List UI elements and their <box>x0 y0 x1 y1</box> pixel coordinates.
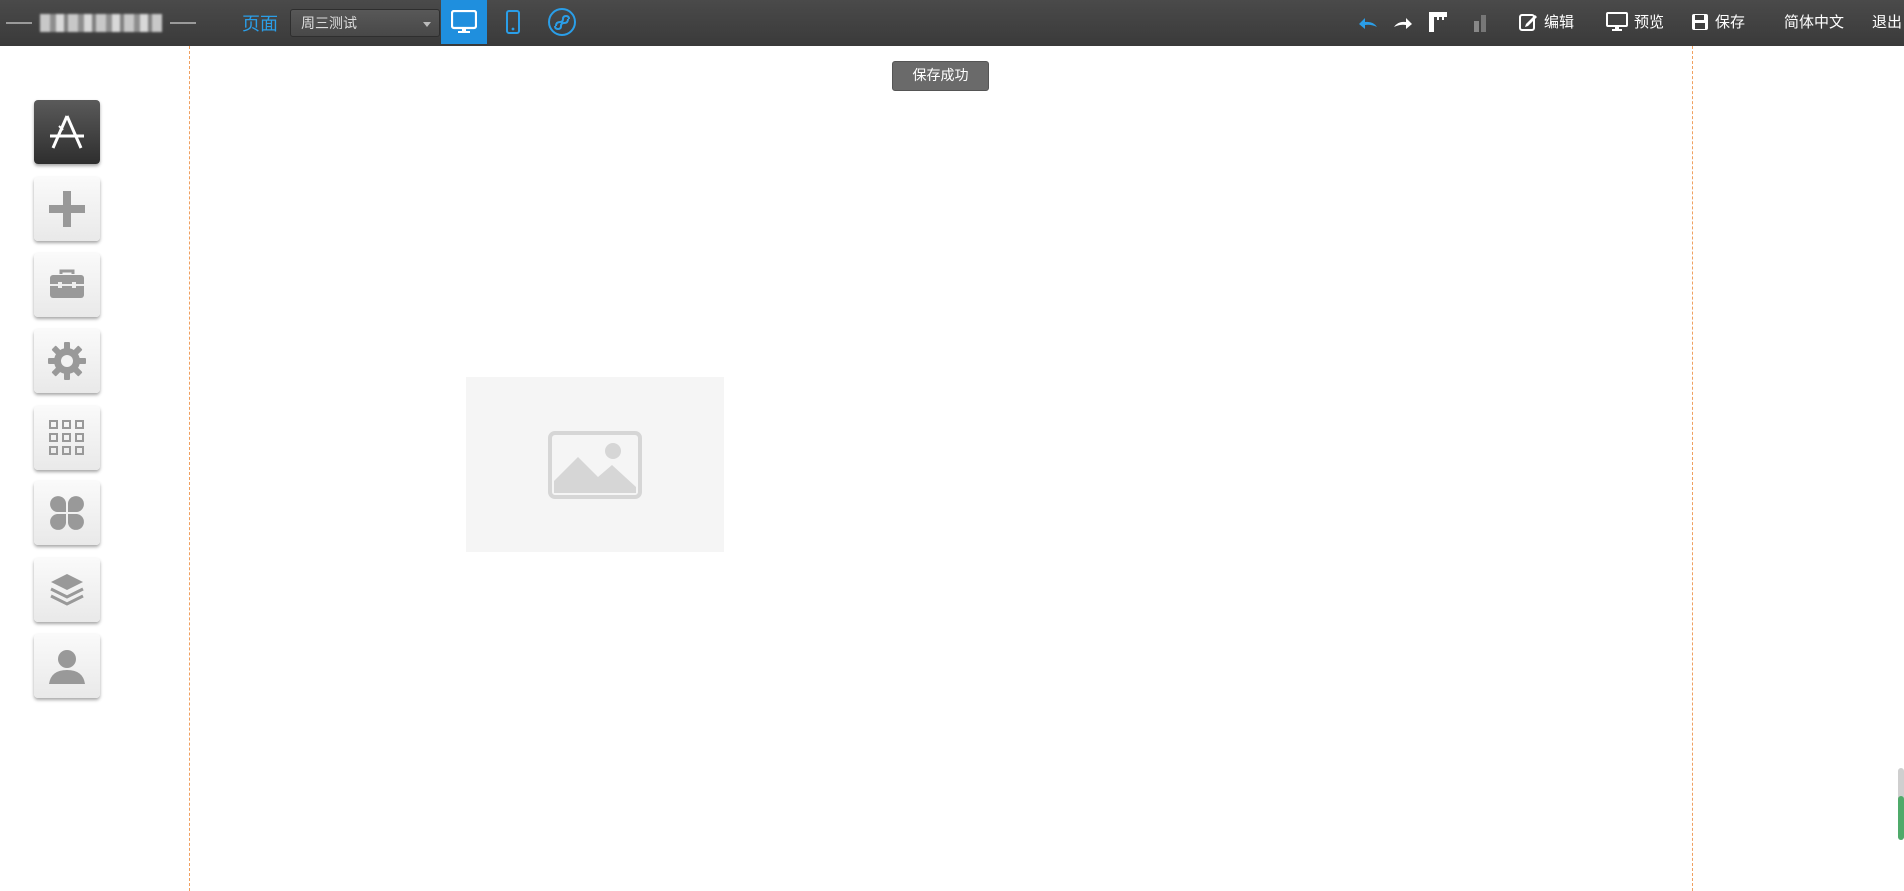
save-icon <box>1692 13 1708 30</box>
chart-button[interactable] <box>1467 9 1495 35</box>
settings-button[interactable] <box>34 329 100 393</box>
member-button[interactable] <box>34 634 100 698</box>
plus-icon <box>49 191 85 227</box>
design-button[interactable] <box>34 100 100 164</box>
clover-icon <box>50 496 84 530</box>
toolbox-button[interactable] <box>34 253 100 317</box>
ruler-button[interactable] <box>1424 9 1452 35</box>
save-button[interactable]: 保存 <box>1691 11 1745 32</box>
desktop-view-button[interactable] <box>441 0 487 44</box>
edit-icon <box>1519 13 1537 31</box>
save-label: 保存 <box>1715 13 1746 31</box>
mini-program-view-button[interactable] <box>539 0 585 44</box>
logout-link[interactable]: 退出 <box>1872 11 1902 32</box>
undo-icon <box>1359 18 1377 29</box>
ruler-icon <box>1429 12 1447 32</box>
preview-label: 预览 <box>1634 13 1665 31</box>
layers-button[interactable] <box>34 558 100 622</box>
phone-icon <box>506 10 520 34</box>
redo-icon <box>1394 18 1412 29</box>
apps-button[interactable] <box>34 481 100 545</box>
chevron-down-icon <box>423 22 431 27</box>
user-icon <box>49 650 85 684</box>
language-switch[interactable]: 简体中文 <box>1784 11 1844 32</box>
add-button[interactable] <box>34 177 100 241</box>
logo-image <box>40 14 162 32</box>
page-select-value: 周三测试 <box>301 16 357 32</box>
layers-icon <box>50 574 84 606</box>
preview-button[interactable]: 预览 <box>1606 11 1664 32</box>
redo-button[interactable] <box>1389 9 1417 35</box>
logo-divider <box>169 22 196 24</box>
right-guide-line <box>1692 46 1693 891</box>
toolbox-icon <box>50 269 84 298</box>
bar-chart-icon <box>1474 15 1486 32</box>
top-toolbar: 页面 周三测试 编辑 预览 保存 简体中文 退出 <box>0 0 1904 46</box>
site-logo[interactable] <box>6 12 196 34</box>
edit-label: 编辑 <box>1544 13 1575 31</box>
save-success-toast: 保存成功 <box>892 61 989 91</box>
edit-button[interactable]: 编辑 <box>1518 11 1574 32</box>
logo-divider <box>6 22 33 24</box>
miniprogram-icon <box>548 8 576 36</box>
image-placeholder[interactable] <box>466 377 724 552</box>
grid-icon <box>49 420 84 455</box>
undo-button[interactable] <box>1354 9 1382 35</box>
layout-grid-button[interactable] <box>34 406 100 470</box>
gear-icon <box>48 342 86 380</box>
scrollbar-thumb[interactable] <box>1898 796 1904 840</box>
monitor-icon <box>1606 11 1628 31</box>
page-select[interactable]: 周三测试 <box>290 9 440 37</box>
page-label: 页面 <box>242 14 278 35</box>
design-icon <box>50 115 84 149</box>
mobile-view-button[interactable] <box>490 0 536 44</box>
left-guide-line <box>189 46 190 891</box>
image-icon <box>548 430 642 499</box>
monitor-icon <box>451 10 477 33</box>
